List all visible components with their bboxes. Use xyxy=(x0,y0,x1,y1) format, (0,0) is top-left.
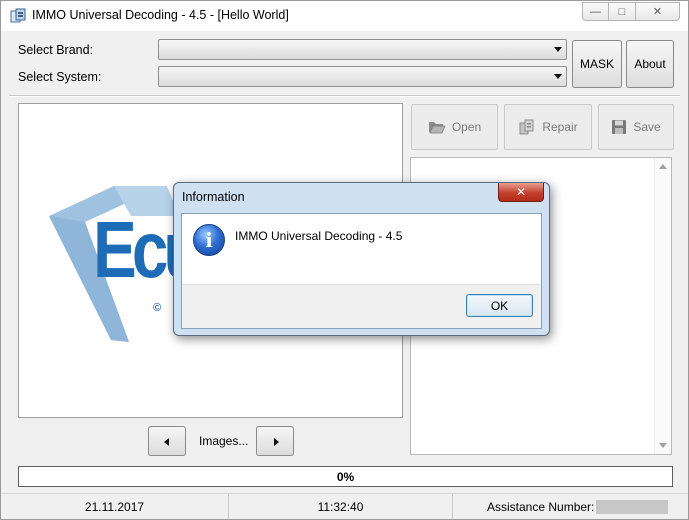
system-dropdown[interactable] xyxy=(158,66,567,87)
folder-open-icon xyxy=(428,122,446,134)
brand-dropdown[interactable] xyxy=(158,39,567,60)
floppy-disk-icon xyxy=(612,120,627,134)
assistance-number-redacted xyxy=(596,499,669,514)
select-brand-label: Select Brand: xyxy=(18,43,94,57)
minimize-button[interactable]: — xyxy=(582,2,609,21)
dialog-title: Information xyxy=(182,190,245,204)
window-title: IMMO Universal Decoding - 4.5 - [Hello W… xyxy=(32,8,289,22)
status-assistance: Assistance Number: xyxy=(453,494,688,519)
information-dialog: Information ✕ i IMMO Universal Decoding … xyxy=(173,182,550,336)
chevron-down-icon xyxy=(554,74,562,79)
chevron-down-icon xyxy=(554,47,562,52)
arrow-left-icon xyxy=(164,438,169,446)
open-button[interactable]: Open xyxy=(411,104,498,150)
scroll-up-icon[interactable] xyxy=(659,164,667,169)
status-time: 11:32:40 xyxy=(229,494,453,519)
mask-button[interactable]: MASK xyxy=(572,40,622,88)
scroll-down-icon[interactable] xyxy=(659,443,667,448)
dialog-footer: OK xyxy=(182,284,541,328)
ok-button[interactable]: OK xyxy=(466,294,533,317)
select-system-label: Select System: xyxy=(18,70,102,84)
repair-button[interactable]: Repair xyxy=(504,104,592,150)
status-date: 21.11.2017 xyxy=(1,494,229,519)
repair-button-label: Repair xyxy=(542,120,578,134)
save-button-label: Save xyxy=(633,120,661,134)
about-button[interactable]: About xyxy=(626,40,674,88)
images-label: Images... xyxy=(199,434,249,448)
progress-bar: 0% xyxy=(18,466,673,487)
copyright-mark: © xyxy=(153,302,162,314)
window-controls: — □ ✕ xyxy=(582,2,680,22)
previous-image-button[interactable] xyxy=(148,426,186,456)
progress-text: 0% xyxy=(336,470,355,484)
dialog-message: IMMO Universal Decoding - 4.5 xyxy=(235,229,403,243)
vertical-scrollbar[interactable] xyxy=(654,158,671,454)
close-window-button[interactable]: ✕ xyxy=(636,2,680,21)
save-button[interactable]: Save xyxy=(598,104,674,150)
app-icon xyxy=(10,8,26,23)
open-button-label: Open xyxy=(451,120,482,134)
information-icon: i xyxy=(193,224,225,256)
repair-icon xyxy=(519,119,534,135)
assistance-number-label: Assistance Number: xyxy=(487,499,595,514)
arrow-right-icon xyxy=(274,438,279,446)
dialog-close-button[interactable]: ✕ xyxy=(498,183,544,202)
maximize-button[interactable]: □ xyxy=(609,2,636,21)
title-bar[interactable]: IMMO Universal Decoding - 4.5 - [Hello W… xyxy=(1,1,688,31)
dialog-body: i IMMO Universal Decoding - 4.5 OK xyxy=(181,213,542,329)
top-divider xyxy=(9,95,680,97)
next-image-button[interactable] xyxy=(256,426,294,456)
status-bar: 21.11.2017 11:32:40 Assistance Number: xyxy=(1,493,688,519)
